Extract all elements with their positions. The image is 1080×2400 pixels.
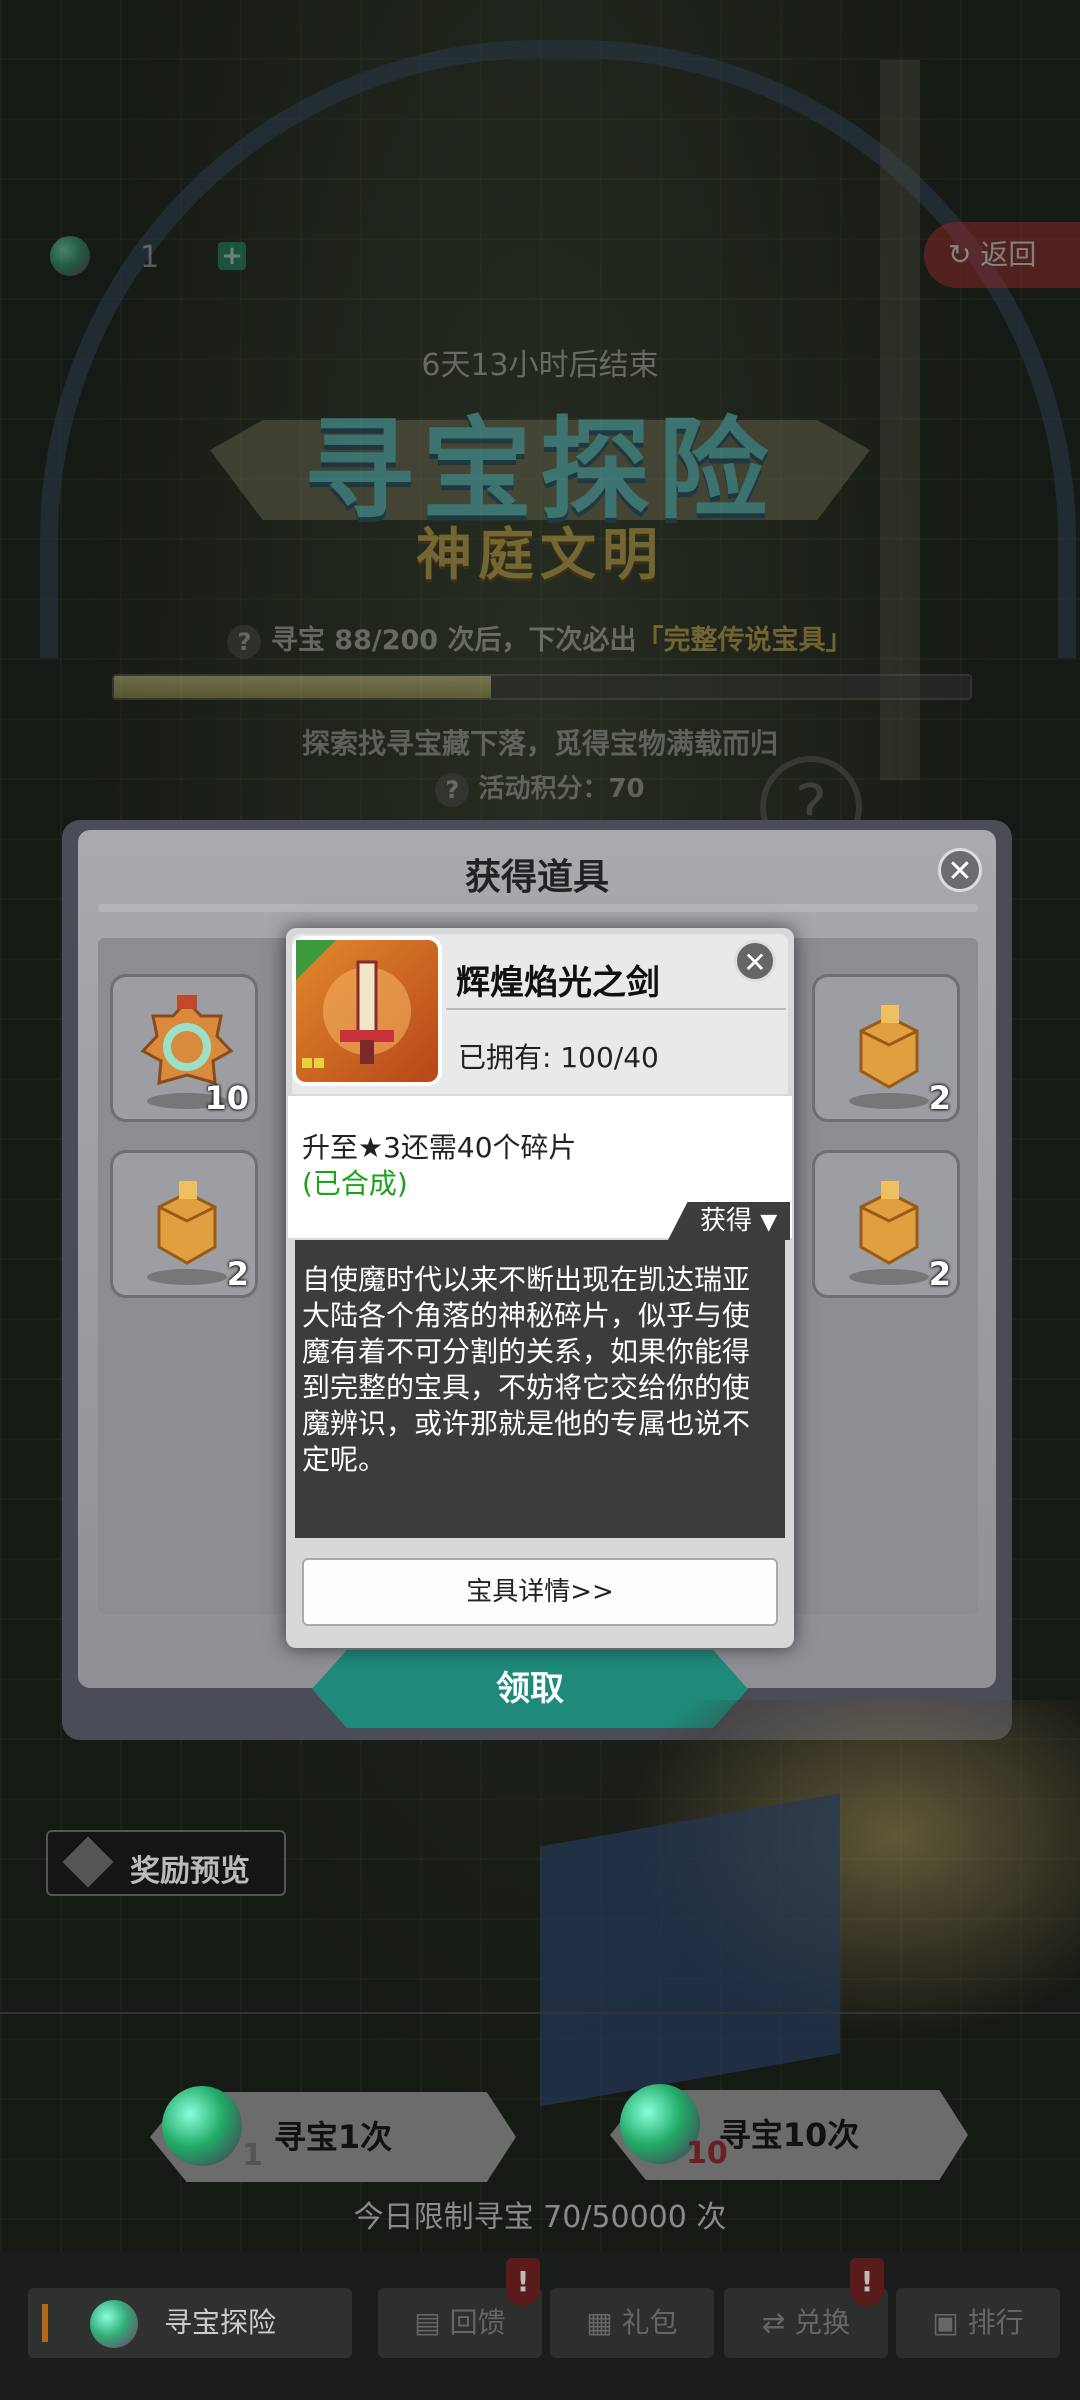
- tab-label: 礼包: [621, 2306, 678, 2339]
- active-indicator: [42, 2304, 48, 2342]
- add-currency-button[interactable]: +: [218, 242, 246, 270]
- sword-icon: [296, 940, 411, 1068]
- reward-preview-label: 奖励预览: [130, 1854, 250, 1889]
- triangle-down-icon: ▼: [760, 1210, 778, 1235]
- feedback-icon: ▤: [414, 2306, 441, 2339]
- tab-ranking[interactable]: ▣ 排行: [896, 2288, 1060, 2358]
- event-points: ? 活动积分：70: [0, 768, 1080, 807]
- back-label: 返回: [980, 238, 1037, 271]
- currency-count: 1: [140, 240, 160, 275]
- item-icon: [292, 936, 442, 1086]
- reward-item-slot[interactable]: 2: [110, 1150, 258, 1298]
- hunt-ten-cost: 10: [686, 2136, 728, 2171]
- reward-item-slot[interactable]: 10: [110, 974, 258, 1122]
- dialog-title: 获得道具: [464, 857, 609, 898]
- ranking-icon: ▣: [932, 2306, 959, 2339]
- item-name: 辉煌焰光之剑: [456, 963, 660, 1003]
- item-count: 10: [204, 1079, 249, 1117]
- event-countdown: 6天13小时后结束: [421, 348, 659, 383]
- item-count: 2: [928, 1255, 951, 1293]
- upgrade-requirement: 升至★3还需40个碎片: [302, 1131, 577, 1164]
- reward-item-slot[interactable]: 2: [812, 974, 960, 1122]
- map-board-illustration: [540, 1793, 840, 2107]
- daily-limit-text: 今日限制寻宝 70/50000 次: [353, 2200, 727, 2235]
- event-subtitle: 神庭文明: [416, 523, 664, 588]
- item-count: 2: [928, 1079, 951, 1117]
- reward-item-slot[interactable]: 2: [812, 1150, 960, 1298]
- help-icon[interactable]: ?: [227, 624, 262, 659]
- hunt-orb-icon: [162, 2086, 242, 2166]
- tab-label: 排行: [967, 2306, 1024, 2339]
- tab-label: 回馈: [449, 2306, 506, 2339]
- divider: [98, 904, 978, 912]
- item-count: 2: [226, 1255, 249, 1293]
- popup-close-button[interactable]: ✕: [734, 940, 776, 982]
- owned-count: 已拥有: 100/40: [458, 1041, 659, 1074]
- divider: [0, 2012, 1080, 2014]
- treasure-detail-button[interactable]: 宝具详情>>: [302, 1558, 778, 1626]
- event-description: 探索找寻宝藏下落，觅得宝物满载而归: [301, 727, 778, 760]
- help-icon[interactable]: ?: [435, 772, 470, 807]
- notification-badge: !: [506, 2258, 540, 2306]
- gift-icon: ▦: [586, 2306, 613, 2339]
- tab-treasure-hunt[interactable]: 寻宝探险: [28, 2288, 352, 2358]
- item-description: 自使魔时代以来不断出现在凯达瑞亚大陆各个角落的神秘碎片，似乎与使魔有着不可分割的…: [302, 1263, 751, 1476]
- notification-badge: !: [850, 2258, 884, 2306]
- tab-gift-pack[interactable]: ▦ 礼包: [550, 2288, 714, 2358]
- pity-progress-bar: [112, 674, 972, 700]
- warning-diamond-icon: [62, 1836, 114, 1888]
- pity-progress-fill: [114, 676, 491, 698]
- points-text: 活动积分：70: [478, 774, 645, 804]
- synthesized-status: (已合成): [302, 1167, 408, 1200]
- currency-orb-icon: [50, 236, 90, 276]
- dialog-close-button[interactable]: ✕: [938, 848, 982, 892]
- hunt-orb-icon: [90, 2300, 138, 2348]
- back-button[interactable]: ↻ 返回: [924, 222, 1080, 288]
- divider: [446, 1008, 786, 1010]
- pity-highlight: 「完整传说宝具」: [636, 625, 853, 656]
- back-arrow-icon: ↻: [948, 238, 972, 271]
- tab-label: 兑换: [794, 2306, 851, 2339]
- obtain-label: 获得: [700, 1206, 753, 1236]
- exchange-icon: ⇄: [761, 2306, 786, 2339]
- hunt-once-cost: 1: [242, 2138, 263, 2173]
- pity-info: ? 寻宝 88/200 次后，下次必出「完整传说宝具」: [0, 618, 1080, 659]
- obtain-dropdown[interactable]: 获得 ▼: [668, 1202, 790, 1240]
- pity-text: 寻宝 88/200 次后，下次必出: [270, 625, 637, 656]
